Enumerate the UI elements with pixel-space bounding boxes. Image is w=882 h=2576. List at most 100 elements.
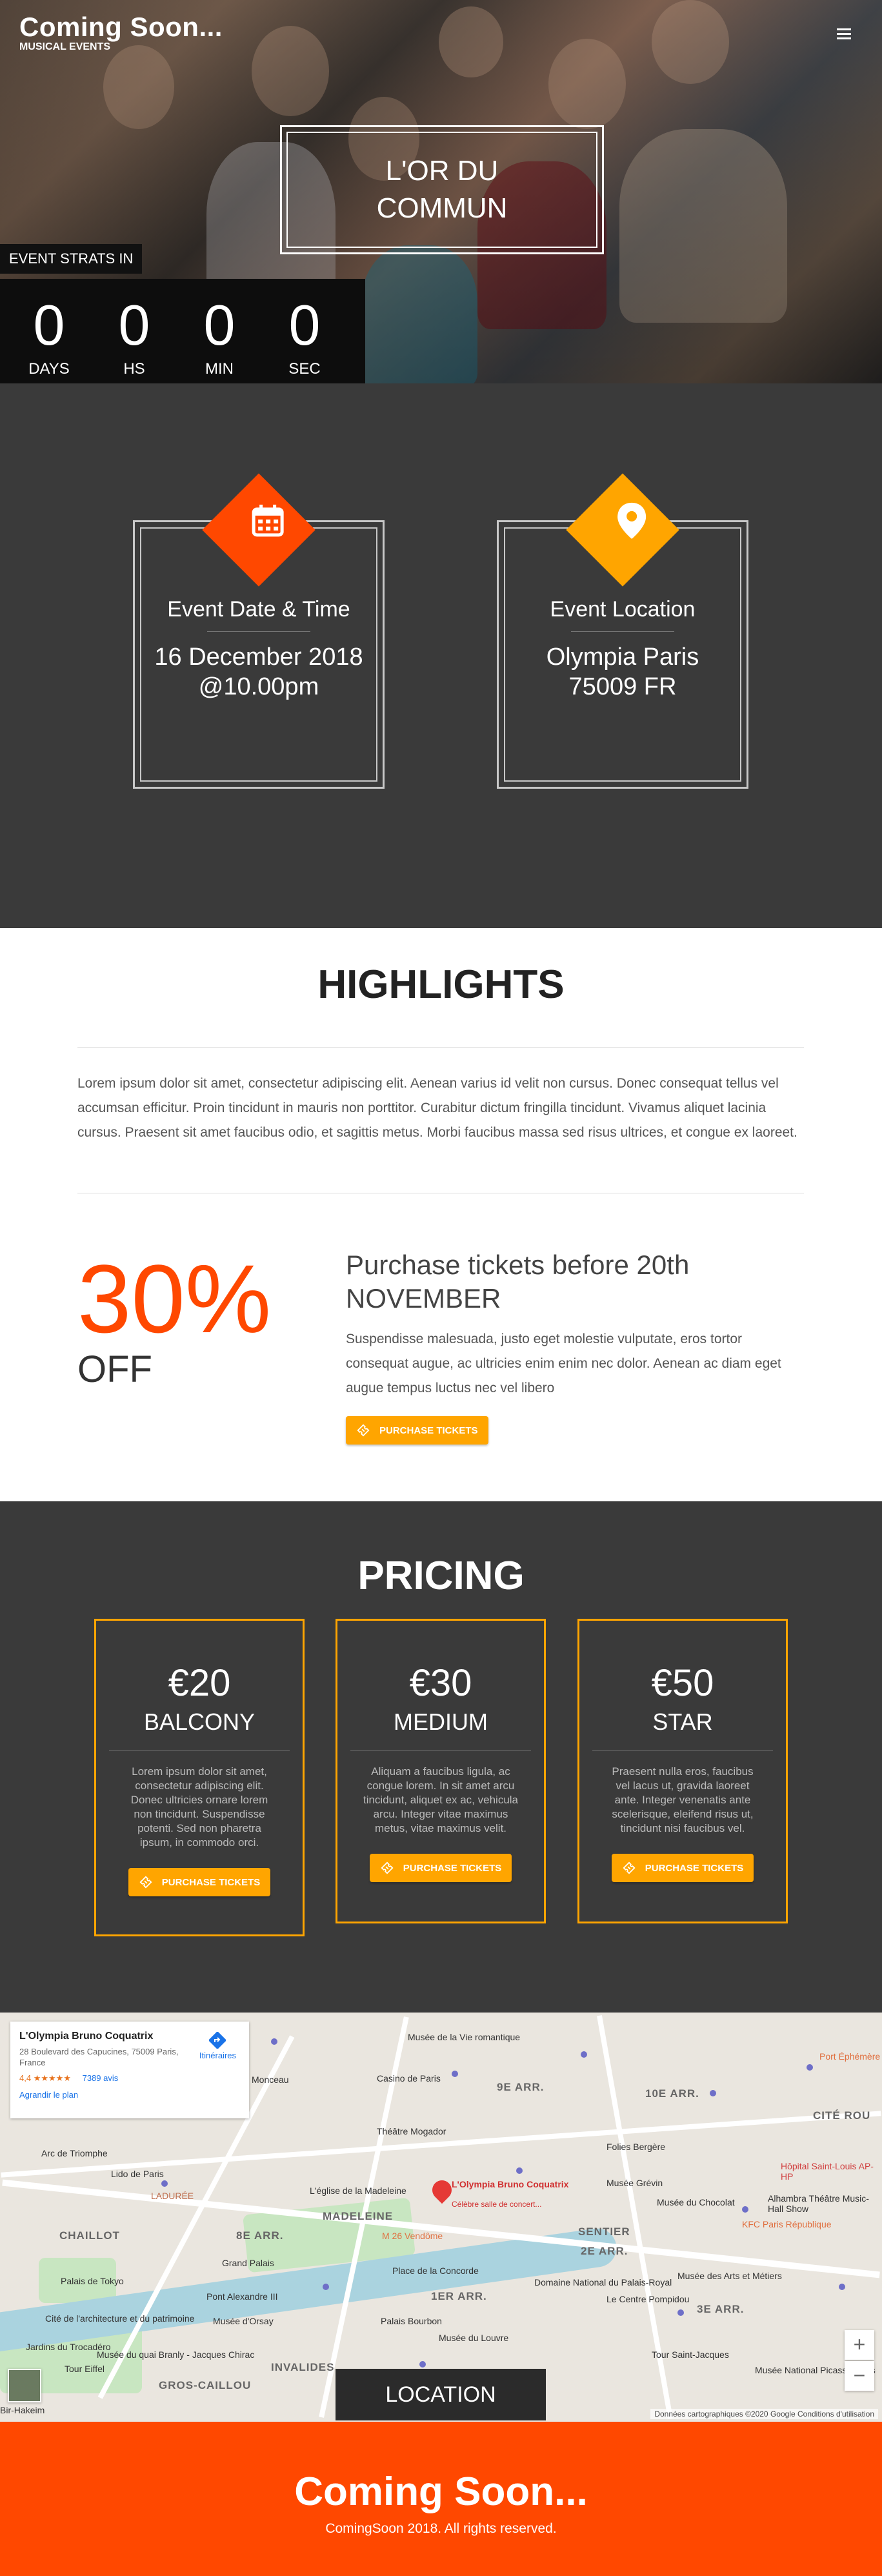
highlights-section: HIGHLIGHTS Lorem ipsum dolor sit amet, c… bbox=[0, 928, 882, 1501]
pricing-card-medium: €30 MEDIUM Aliquam a faucibus ligula, ac… bbox=[336, 1619, 546, 1923]
countdown-value: 0 bbox=[203, 293, 236, 357]
map-place: Musée d'Orsay bbox=[213, 2316, 274, 2326]
map-marker-sublabel: Célèbre salle de concert... bbox=[452, 2200, 542, 2209]
plan-price: €30 bbox=[409, 1662, 472, 1704]
highlights-title: HIGHLIGHTS bbox=[317, 962, 565, 1007]
event-title-box: L'OR DU COMMUN bbox=[280, 125, 604, 254]
district-label: GROS-CAILLOU bbox=[159, 2379, 252, 2391]
rating-value: 4,4 bbox=[19, 2073, 32, 2083]
place-address: 28 Boulevard des Capucines, 75009 Paris,… bbox=[19, 2047, 179, 2067]
zoom-in-button[interactable]: + bbox=[845, 2330, 874, 2360]
district-label: INVALIDES bbox=[271, 2361, 335, 2373]
hero-section: Coming Soon... MUSICAL EVENTS L'OR DU CO… bbox=[0, 0, 882, 383]
purchase-tickets-button[interactable]: PURCHASE TICKETS bbox=[611, 1854, 754, 1882]
plan-description: Praesent nulla eros, faucibus vel lacus … bbox=[612, 1765, 754, 1834]
event-title: L'OR DU COMMUN bbox=[286, 132, 597, 248]
zoom-out-button[interactable]: − bbox=[845, 2361, 874, 2391]
directions-button[interactable]: Itinéraires bbox=[199, 2031, 236, 2060]
footer-logo: Coming Soon... bbox=[294, 2470, 588, 2514]
map-place: Alhambra Théâtre Music-Hall Show bbox=[768, 2193, 869, 2214]
plan-description: Aliquam a faucibus ligula, ac congue lor… bbox=[363, 1765, 519, 1834]
event-location-line1: Olympia Paris bbox=[546, 644, 699, 671]
district-label: 9E ARR. bbox=[497, 2081, 545, 2093]
map-place: Musée de la Vie romantique bbox=[408, 2032, 521, 2042]
map-place: L'église de la Madeleine bbox=[310, 2186, 406, 2196]
map-place: Place de la Concorde bbox=[392, 2266, 479, 2276]
map-place: Arc de Triomphe bbox=[41, 2148, 108, 2158]
ticket-icon bbox=[381, 1861, 394, 1874]
event-date-line1: 16 December 2018 bbox=[154, 644, 363, 671]
purchase-tickets-button[interactable]: PURCHASE TICKETS bbox=[128, 1868, 271, 1896]
countdown-seconds: 0 SEC bbox=[262, 293, 347, 383]
event-location-card: Event Location Olympia Paris 75009 FR bbox=[497, 473, 748, 789]
district-label: SENTIER bbox=[578, 2226, 630, 2238]
map-place: Tour Eiffel bbox=[65, 2364, 105, 2374]
site-logo[interactable]: Coming Soon... MUSICAL EVENTS bbox=[19, 12, 223, 53]
ticket-icon bbox=[357, 1424, 370, 1437]
map-place: M 26 Vendôme bbox=[382, 2231, 443, 2241]
countdown-minutes: 0 MIN bbox=[177, 293, 262, 383]
map-place: Musée des Arts et Métiers bbox=[677, 2271, 782, 2281]
map-place-card: L'Olympia Bruno Coquatrix 28 Boulevard d… bbox=[10, 2022, 249, 2118]
district-label: CHAILLOT bbox=[59, 2229, 120, 2242]
reviews-link[interactable]: 7389 avis bbox=[83, 2073, 119, 2083]
map-place: Hôpital Saint-Louis AP-HP bbox=[781, 2161, 874, 2182]
satellite-toggle-button[interactable] bbox=[8, 2369, 41, 2402]
plan-description: Lorem ipsum dolor sit amet, consectetur … bbox=[130, 1765, 268, 1849]
pricing-title: PRICING bbox=[357, 1554, 525, 1598]
calendar-icon bbox=[242, 495, 294, 547]
map-place: Théâtre Mogador bbox=[377, 2126, 446, 2136]
countdown-days: 0 DAYS bbox=[6, 293, 92, 383]
ticket-icon bbox=[139, 1876, 152, 1889]
district-label: MADELEINE bbox=[323, 2210, 394, 2222]
map-place: Musée Grévin bbox=[606, 2178, 663, 2188]
map-place: Palais Bourbon bbox=[381, 2316, 442, 2326]
countdown-unit-label: DAYS bbox=[28, 360, 70, 378]
logo-title: Coming Soon... bbox=[19, 12, 223, 42]
pricing-section: PRICING €20 BALCONY Lorem ipsum dolor si… bbox=[0, 1501, 882, 2013]
map-place: Casino de Paris bbox=[377, 2073, 441, 2084]
countdown-unit-label: SEC bbox=[288, 360, 321, 378]
map-attribution[interactable]: Données cartographiques ©2020 Google Con… bbox=[650, 2409, 878, 2419]
event-location-title: Event Location bbox=[550, 597, 696, 622]
location-map[interactable]: 9E ARR. 10E ARR. 8E ARR. 2E ARR. 1ER ARR… bbox=[0, 2013, 882, 2422]
enlarge-map-link[interactable]: Agrandir le plan bbox=[19, 2090, 240, 2100]
event-date-title: Event Date & Time bbox=[167, 597, 350, 622]
event-date-card: Event Date & Time 16 December 2018 @10.0… bbox=[133, 473, 385, 789]
countdown-value: 0 bbox=[33, 293, 65, 357]
district-label: 10E ARR. bbox=[645, 2087, 699, 2100]
map-place: Cité de l'architecture et du patrimoine bbox=[45, 2313, 195, 2324]
plan-price: €20 bbox=[168, 1662, 231, 1704]
purchase-tickets-button[interactable]: PURCHASE TICKETS bbox=[346, 1416, 488, 1445]
logo-subtitle: MUSICAL EVENTS bbox=[19, 41, 111, 52]
divider bbox=[77, 1047, 804, 1048]
map-place: Palais de Tokyo bbox=[61, 2276, 124, 2286]
promo-title: Purchase tickets before 20th NOVEMBER bbox=[346, 1250, 690, 1313]
map-place: Musée du quai Branly - Jacques Chirac bbox=[97, 2349, 255, 2360]
map-place: Domaine National du Palais-Royal bbox=[534, 2277, 672, 2287]
ticket-icon bbox=[623, 1861, 636, 1874]
place-rating: 4,4 ★★★★★ 7389 avis bbox=[19, 2073, 240, 2084]
promo-text: Suspendisse malesuada, justo eget molest… bbox=[346, 1332, 781, 1395]
map-place: LADURÉE bbox=[151, 2191, 194, 2201]
countdown-value: 0 bbox=[118, 293, 150, 357]
plan-name: STAR bbox=[652, 1709, 713, 1735]
map-place: Folies Bergère bbox=[606, 2142, 666, 2152]
event-date-line2: @10.00pm bbox=[198, 673, 319, 700]
purchase-tickets-button[interactable]: PURCHASE TICKETS bbox=[369, 1854, 512, 1882]
plan-price: €50 bbox=[651, 1662, 714, 1704]
highlights-text: Lorem ipsum dolor sit amet, consectetur … bbox=[77, 1076, 797, 1140]
map-place: Port Éphémère bbox=[819, 2051, 881, 2062]
rating-stars-icon: ★★★★★ bbox=[33, 2073, 71, 2083]
map-place: Tour Saint-Jacques bbox=[652, 2349, 729, 2360]
map-pin-icon bbox=[606, 495, 657, 547]
district-label: 3E ARR. bbox=[697, 2303, 745, 2315]
map-place: KFC Paris République bbox=[742, 2219, 832, 2229]
button-label: PURCHASE TICKETS bbox=[645, 1862, 744, 1874]
button-label: PURCHASE TICKETS bbox=[379, 1425, 478, 1436]
district-label: CITÉ ROU bbox=[813, 2109, 871, 2122]
map-place: Monceau bbox=[252, 2074, 289, 2085]
hamburger-menu-icon[interactable] bbox=[837, 28, 851, 42]
map-place: Le Centre Pompidou bbox=[606, 2294, 690, 2304]
location-button[interactable]: LOCATION bbox=[336, 2369, 546, 2420]
